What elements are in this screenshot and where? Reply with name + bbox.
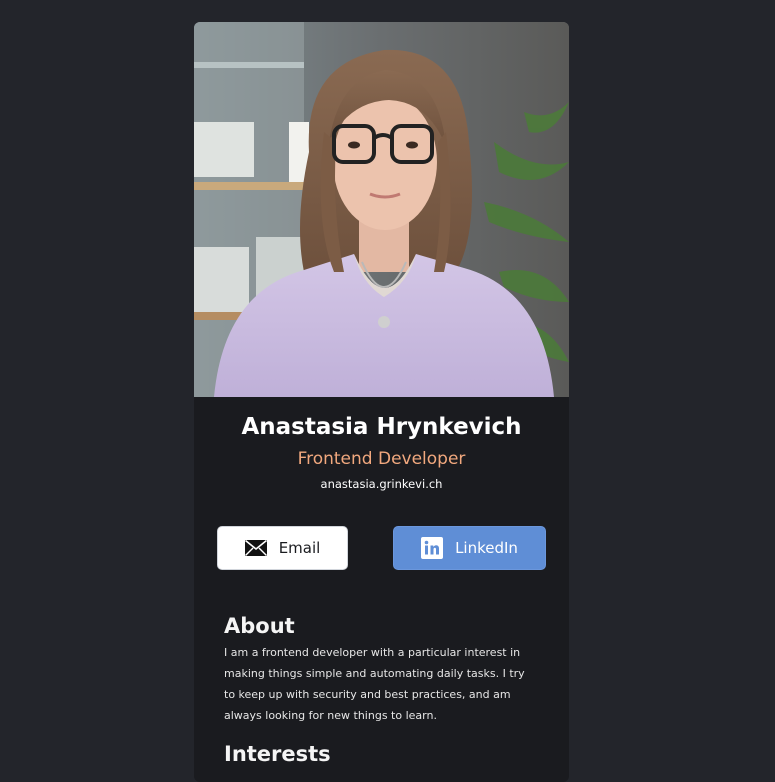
about-heading: About — [224, 614, 295, 638]
about-text: I am a frontend developer with a particu… — [224, 646, 525, 722]
profile-photo — [194, 22, 569, 397]
website-link[interactable]: anastasia.grinkevi.ch — [321, 477, 443, 491]
profile-card: Anastasia Hrynkevich Frontend Developer … — [194, 22, 569, 782]
linkedin-button[interactable]: LinkedIn — [393, 526, 546, 570]
profile-name: Anastasia Hrynkevich — [241, 414, 522, 440]
email-button[interactable]: Email — [217, 526, 348, 570]
about-section: About I am a frontend developer with a p… — [194, 612, 569, 726]
envelope-icon — [244, 540, 267, 556]
contact-buttons: Email LinkedIn — [194, 526, 569, 572]
profile-photo-illustration — [194, 22, 569, 397]
linkedin-button-label: LinkedIn — [455, 539, 518, 557]
interests-heading: Interests — [224, 742, 331, 766]
email-button-label: Email — [278, 539, 321, 557]
profile-role: Frontend Developer — [297, 449, 466, 469]
linkedin-icon — [421, 537, 444, 559]
profile-info: Anastasia Hrynkevich Frontend Developer … — [194, 397, 569, 492]
interests-section: Interests — [194, 740, 569, 768]
